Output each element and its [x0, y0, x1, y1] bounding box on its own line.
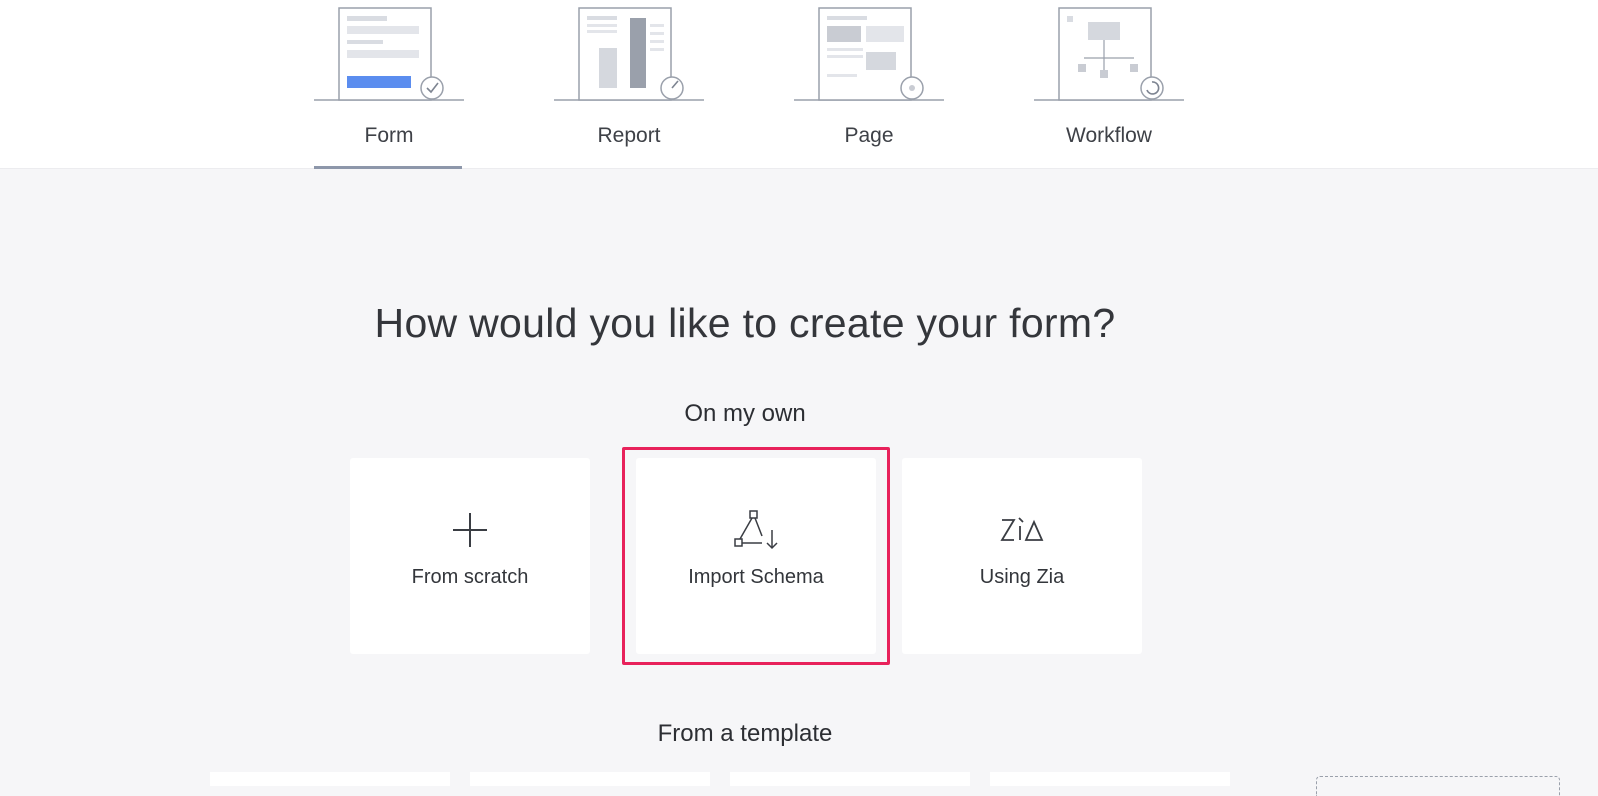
zia-icon: [1000, 517, 1044, 541]
tab-workflow[interactable]: Workflow: [1034, 0, 1184, 170]
page-title: How would you like to create your form?: [374, 300, 1116, 346]
template-card[interactable]: [730, 772, 970, 786]
from-scratch-label: From scratch: [411, 566, 529, 588]
form-illustration-icon: [314, 7, 464, 101]
report-illustration-icon: [554, 7, 704, 101]
section-title-on-my-own: On my own: [684, 400, 806, 427]
tab-label: Page: [844, 124, 894, 147]
tab-form[interactable]: Form: [314, 0, 464, 170]
tab-label: Report: [597, 124, 661, 147]
import-schema-card[interactable]: Import Schema: [636, 458, 876, 654]
template-card[interactable]: [470, 772, 710, 786]
tab-page[interactable]: Page: [794, 0, 944, 170]
tab-label: Form: [364, 124, 414, 147]
section-title-from-template: From a template: [657, 720, 833, 747]
component-type-tabs: Form Report Page Workflow: [0, 0, 1598, 169]
template-card[interactable]: [210, 772, 450, 786]
workflow-illustration-icon: [1034, 7, 1184, 101]
import-schema-icon: [734, 510, 778, 550]
using-zia-label: Using Zia: [979, 566, 1065, 588]
tab-report[interactable]: Report: [554, 0, 704, 170]
from-scratch-card[interactable]: From scratch: [350, 458, 590, 654]
page-illustration-icon: [794, 7, 944, 101]
using-zia-card[interactable]: Using Zia: [902, 458, 1142, 654]
more-templates-card[interactable]: [1316, 776, 1560, 796]
template-card[interactable]: [990, 772, 1230, 786]
plus-icon: [453, 513, 487, 547]
tab-label: Workflow: [1066, 124, 1152, 147]
import-schema-label: Import Schema: [688, 566, 824, 588]
